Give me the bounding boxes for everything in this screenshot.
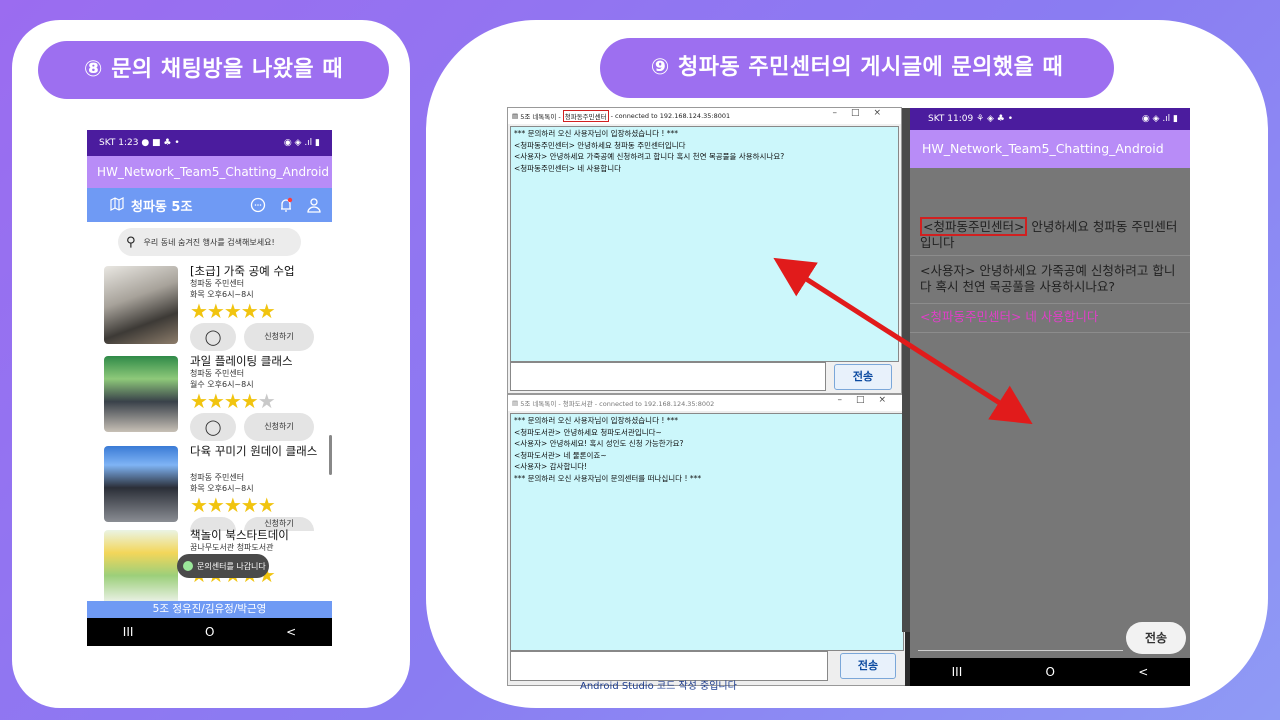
arrow-line — [773, 257, 1033, 425]
double-arrow — [773, 257, 1033, 425]
